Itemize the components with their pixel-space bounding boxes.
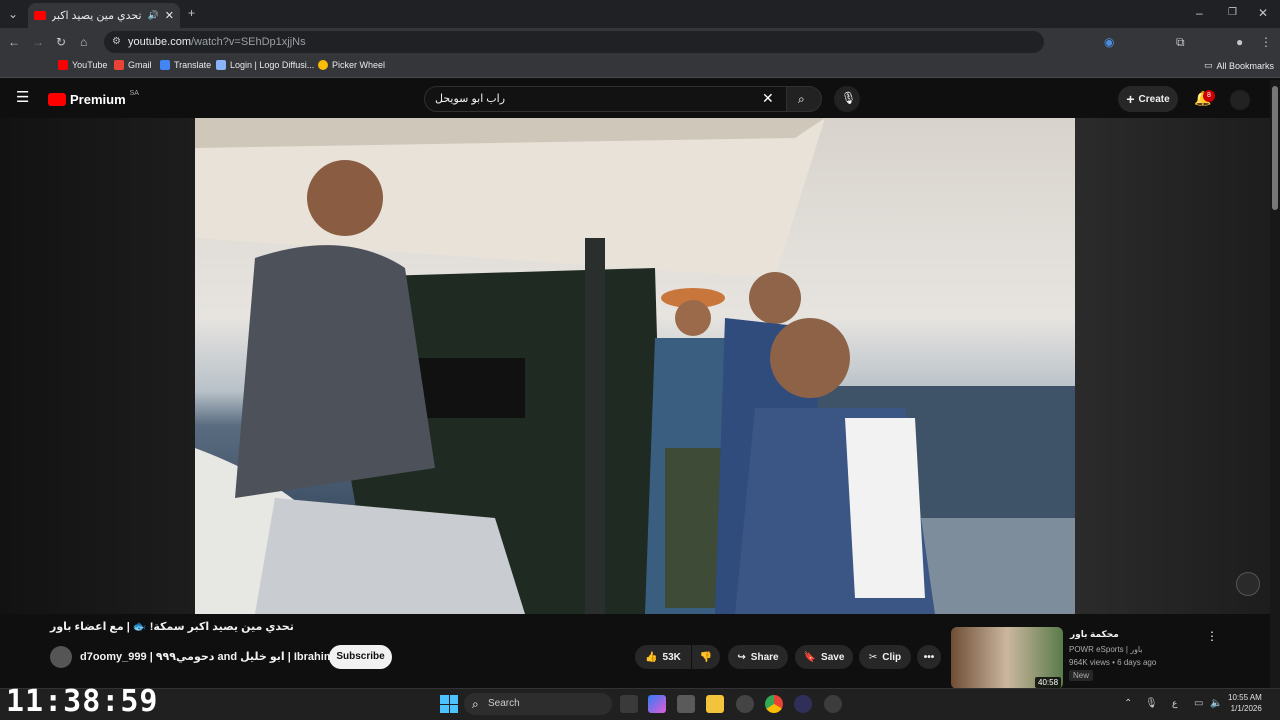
tab-close-icon[interactable]: ✕: [165, 9, 174, 22]
chrome-icon[interactable]: [765, 695, 783, 713]
settings-icon[interactable]: [736, 695, 754, 713]
forward-icon[interactable]: →: [32, 35, 44, 49]
video-title: تحدي مين يصيد اكبر سمكة! 🐟 | مع اعضاء با…: [50, 621, 294, 633]
gmail-icon: [114, 60, 124, 70]
translate-icon: [160, 60, 170, 70]
tab-list-icon[interactable]: ⌄: [6, 7, 20, 21]
reload-icon[interactable]: ↻: [56, 35, 66, 49]
copilot-icon[interactable]: [648, 695, 666, 713]
back-icon[interactable]: ←: [8, 35, 20, 49]
scissors-icon: ✂: [868, 651, 878, 663]
app-icon-2[interactable]: [824, 695, 842, 713]
youtube-favicon-icon: [34, 11, 46, 20]
scrollbar-thumb[interactable]: [1272, 86, 1278, 210]
player-ambient-right: [1075, 118, 1270, 614]
task-view-icon[interactable]: [620, 695, 638, 713]
browser-tab[interactable]: تحدي مين يصيد اكبر سمك (8) 🔊 ✕: [28, 3, 180, 28]
system-clock[interactable]: 10:55 AM 1/1/2026: [1228, 692, 1262, 714]
page-scrollbar[interactable]: [1270, 80, 1280, 688]
file-explorer-icon[interactable]: [706, 695, 724, 713]
maximize-icon[interactable]: ❐: [1228, 6, 1237, 20]
bookmark-gmail[interactable]: Gmail: [114, 60, 152, 70]
new-tab-icon[interactable]: +: [188, 6, 195, 20]
clear-search-icon[interactable]: ✕: [762, 91, 774, 105]
url-host: youtube.com: [128, 36, 191, 48]
new-badge: New: [1069, 670, 1094, 681]
bookmarks-bar: YouTube Gmail Translate Login | Logo Dif…: [0, 56, 1280, 78]
search-input[interactable]: راب ابو سويحل: [424, 86, 788, 112]
clip-button[interactable]: ✂ Clip: [859, 645, 911, 669]
start-windows-icon[interactable]: [440, 695, 458, 713]
audio-icon[interactable]: 🔊: [148, 10, 159, 21]
tab-title: تحدي مين يصيد اكبر سمك (8): [52, 10, 142, 22]
window-close-icon[interactable]: ✕: [1258, 6, 1268, 20]
profile-avatar-icon[interactable]: ●: [1236, 35, 1243, 49]
network-icon[interactable]: ▭: [1194, 697, 1203, 711]
tab-bar: ⌄ تحدي مين يصيد اكبر سمك (8) 🔊 ✕ + – ❐ ✕: [0, 0, 1280, 28]
tray-mic-icon[interactable]: 🎙: [1145, 697, 1158, 711]
extensions-puzzle-icon[interactable]: ⧉: [1176, 35, 1185, 49]
youtube-icon: [58, 60, 68, 70]
video-scene: [195, 118, 1075, 614]
voice-search-button[interactable]: 🎙: [834, 86, 860, 112]
create-button[interactable]: + Create: [1118, 86, 1178, 112]
plus-icon: +: [1126, 91, 1135, 107]
youtube-play-icon: [48, 93, 66, 106]
thumbs-up-icon: 👍: [645, 651, 658, 663]
picker-wheel-icon: [318, 60, 328, 70]
store-icon[interactable]: [677, 695, 695, 713]
bookmark-icon: 🔖: [803, 651, 817, 663]
bookmark-translate[interactable]: Translate: [160, 60, 211, 70]
recommended-title[interactable]: محكمة باور: [1070, 629, 1119, 640]
app-icon[interactable]: [794, 695, 812, 713]
player-ambient-left: [0, 118, 195, 614]
channel-avatar[interactable]: [50, 646, 72, 668]
search-icon: ⌕: [472, 697, 479, 711]
recommended-more-icon[interactable]: ⋮: [1206, 629, 1218, 643]
video-frame[interactable]: [195, 118, 1075, 614]
youtube-logo[interactable]: Premium SA: [48, 90, 139, 107]
menu-hamburger-icon[interactable]: ☰: [16, 90, 29, 105]
all-bookmarks[interactable]: ▭ All Bookmarks: [1204, 60, 1274, 71]
tray-overflow-icon[interactable]: ⌃: [1124, 697, 1132, 711]
input-language[interactable]: ع: [1172, 698, 1177, 709]
share-button[interactable]: ↪ Share: [728, 645, 788, 669]
folder-icon: ▭: [1204, 60, 1213, 70]
notification-badge: 8: [1203, 90, 1215, 102]
floating-avatar[interactable]: [1236, 572, 1260, 596]
video-duration: 40:58: [1035, 677, 1062, 688]
browser-menu-icon[interactable]: ⋮: [1260, 35, 1272, 49]
subscribe-button[interactable]: Subscribe: [329, 645, 392, 669]
search-icon: ⌕: [798, 92, 805, 106]
share-icon: ↪: [737, 651, 746, 663]
dislike-button[interactable]: 👎: [692, 645, 720, 669]
volume-icon[interactable]: 🔈: [1210, 697, 1222, 711]
windows-taskbar: [0, 688, 1280, 720]
site-info-icon[interactable]: ⚙: [112, 35, 121, 49]
url-bar[interactable]: ⚙ youtube.com/watch?v=SEhDp1xjjNs: [104, 31, 1044, 53]
mic-icon: 🎙: [841, 91, 857, 105]
minimize-icon[interactable]: –: [1196, 6, 1203, 20]
more-horizontal-icon: •••: [923, 651, 935, 663]
thumbs-down-icon: 👎: [699, 651, 713, 663]
home-icon[interactable]: ⌂: [80, 35, 87, 49]
bookmark-login[interactable]: Login | Logo Diffusi...: [216, 60, 314, 70]
url-path: /watch?v=SEhDp1xjjNs: [190, 36, 306, 48]
search-button[interactable]: ⌕: [786, 86, 822, 112]
taskbar-search[interactable]: ⌕ Search: [464, 693, 612, 715]
account-avatar[interactable]: [1230, 90, 1250, 110]
logo-diffusion-icon: [216, 60, 226, 70]
like-button[interactable]: 👍 53K: [635, 645, 691, 669]
recommended-meta: 964K views • 6 days ago: [1069, 658, 1157, 667]
save-button[interactable]: 🔖 Save: [795, 645, 853, 669]
bookmark-youtube[interactable]: YouTube: [58, 60, 107, 70]
extension-icon[interactable]: ◉: [1104, 35, 1114, 49]
bookmark-picker-wheel[interactable]: Picker Wheel: [318, 60, 385, 70]
recommended-channel[interactable]: POWR eSports | باور: [1069, 645, 1143, 654]
more-actions-button[interactable]: •••: [917, 645, 941, 669]
overlay-clock: 11:38:59: [6, 684, 159, 719]
channel-name[interactable]: d7oomy_999 | دحومي٩٩٩ and ابو خليل | Ibr…: [80, 650, 334, 663]
